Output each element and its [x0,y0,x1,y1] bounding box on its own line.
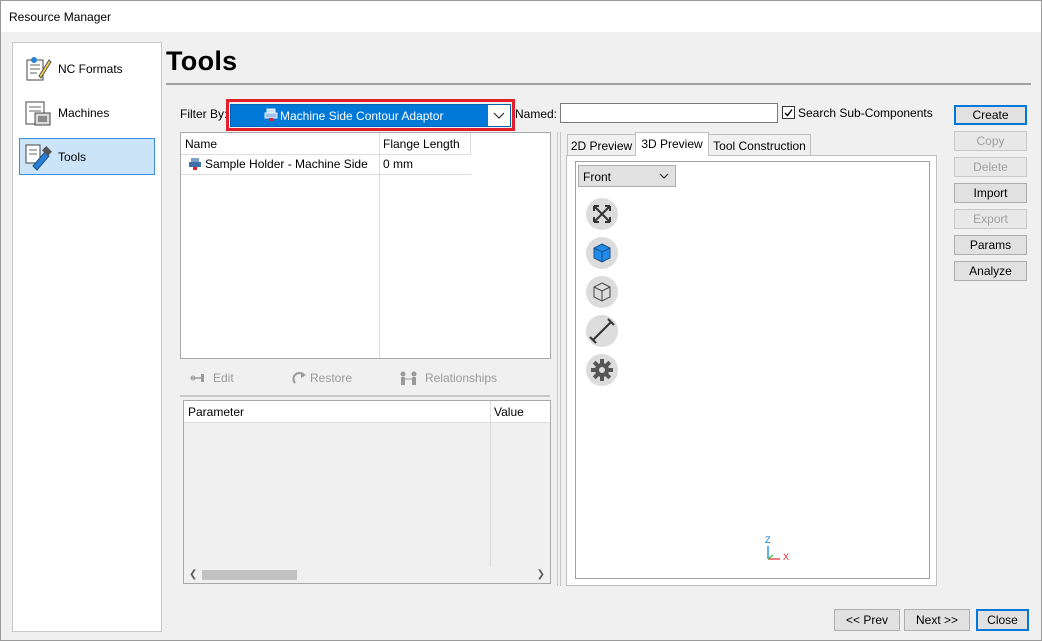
named-input[interactable] [560,103,778,123]
window-title: Resource Manager [9,10,112,24]
relationships-label: Relationships [425,371,498,385]
tab-2d-preview[interactable]: 2D Preview [567,134,636,155]
column-header-value[interactable]: Value [490,401,550,422]
horizontal-scrollbar[interactable]: ❮ ❯ [184,567,550,583]
copy-button[interactable]: Copy [954,131,1027,151]
row-divider [184,422,550,423]
create-button[interactable]: Create [954,105,1027,125]
flange-length-cell: 0 mm [383,157,413,171]
analyze-button[interactable]: Analyze [954,261,1027,281]
tool-holder-icon [189,158,201,170]
axis-x-label: X [783,552,790,562]
filter-label: Filter By: [180,107,228,121]
restore-label: Restore [310,371,353,385]
column-header-name[interactable]: Name [181,133,379,154]
settings-gear-icon[interactable] [585,353,619,387]
chevron-down-icon [493,112,505,119]
wireframe-cube-icon[interactable] [585,275,619,309]
next-button[interactable]: Next >> [904,609,970,631]
row-divider [181,174,471,175]
params-button[interactable]: Params [954,235,1027,255]
column-header-parameter[interactable]: Parameter [184,401,490,422]
search-sub-components-checkbox[interactable] [782,106,795,119]
nav-item-nc-formats[interactable]: NC Formats [19,50,155,87]
title-bar: Resource Manager [1,1,1041,32]
nc-formats-icon [26,57,52,81]
parameter-list [184,423,550,567]
filter-dropdown-arrow[interactable] [488,105,510,126]
search-sub-components-label: Search Sub-Components [798,106,933,120]
relationships-button[interactable]: Relationships [398,370,498,386]
tools-table: Name Flange Length Sample Holder - Machi… [180,132,551,359]
table-row[interactable]: Sample Holder - Machine Side 0 mm [181,154,471,174]
restore-icon [292,372,306,384]
machines-icon [25,101,51,126]
filter-selected-value: Machine Side Contour Adaptor [280,109,444,123]
measure-icon[interactable] [585,314,619,348]
nav-item-label: NC Formats [58,62,123,76]
column-divider [490,401,491,567]
scroll-right-icon[interactable]: ❯ [537,569,545,580]
nav-item-label: Machines [58,106,110,120]
column-divider [470,133,471,154]
nav-item-label: Tools [58,150,87,164]
close-button[interactable]: Close [976,609,1029,631]
3d-viewport[interactable] [575,161,930,579]
chevron-down-icon [659,173,669,179]
relationships-icon [400,371,417,385]
page-title: Tools [166,46,238,76]
parameter-table: Parameter Value ❮ ❯ [183,400,551,584]
export-button[interactable]: Export [954,209,1027,229]
delete-button[interactable]: Delete [954,157,1027,177]
restore-button[interactable]: Restore [291,370,361,386]
import-button[interactable]: Import [954,183,1027,203]
tools-icon [25,144,52,171]
resource-manager-window: Resource Manager NC Formats Machines Too… [0,0,1042,641]
axis-indicator: Z X [763,535,793,563]
checkmark-icon [784,109,793,117]
prev-button[interactable]: << Prev [834,609,900,631]
nav-item-machines[interactable]: Machines [19,94,155,131]
column-header-flange-length[interactable]: Flange Length [379,133,471,154]
filter-dropdown[interactable]: Machine Side Contour Adaptor [230,104,511,127]
tab-tool-construction[interactable]: Tool Construction [708,134,811,155]
vertical-splitter[interactable] [557,132,561,586]
scrollbar-thumb[interactable] [202,570,297,580]
fit-view-icon[interactable] [585,197,619,231]
title-divider [166,83,1031,85]
edit-button[interactable]: Edit [189,370,249,386]
tool-name-cell: Sample Holder - Machine Side [205,157,368,171]
edit-icon [190,374,204,382]
view-orientation-dropdown[interactable]: Front [578,165,676,187]
panel-splitter[interactable] [180,395,550,397]
edit-label: Edit [213,371,234,385]
nav-item-tools[interactable]: Tools [19,138,155,175]
named-label: Named: [515,107,558,121]
view-orientation-value: Front [583,170,612,184]
tab-3d-preview[interactable]: 3D Preview [635,132,709,156]
scroll-left-icon[interactable]: ❮ [189,569,197,580]
shaded-cube-icon[interactable] [585,236,619,270]
tool-holder-icon [264,108,278,121]
category-nav: NC Formats Machines Tools [12,42,162,632]
